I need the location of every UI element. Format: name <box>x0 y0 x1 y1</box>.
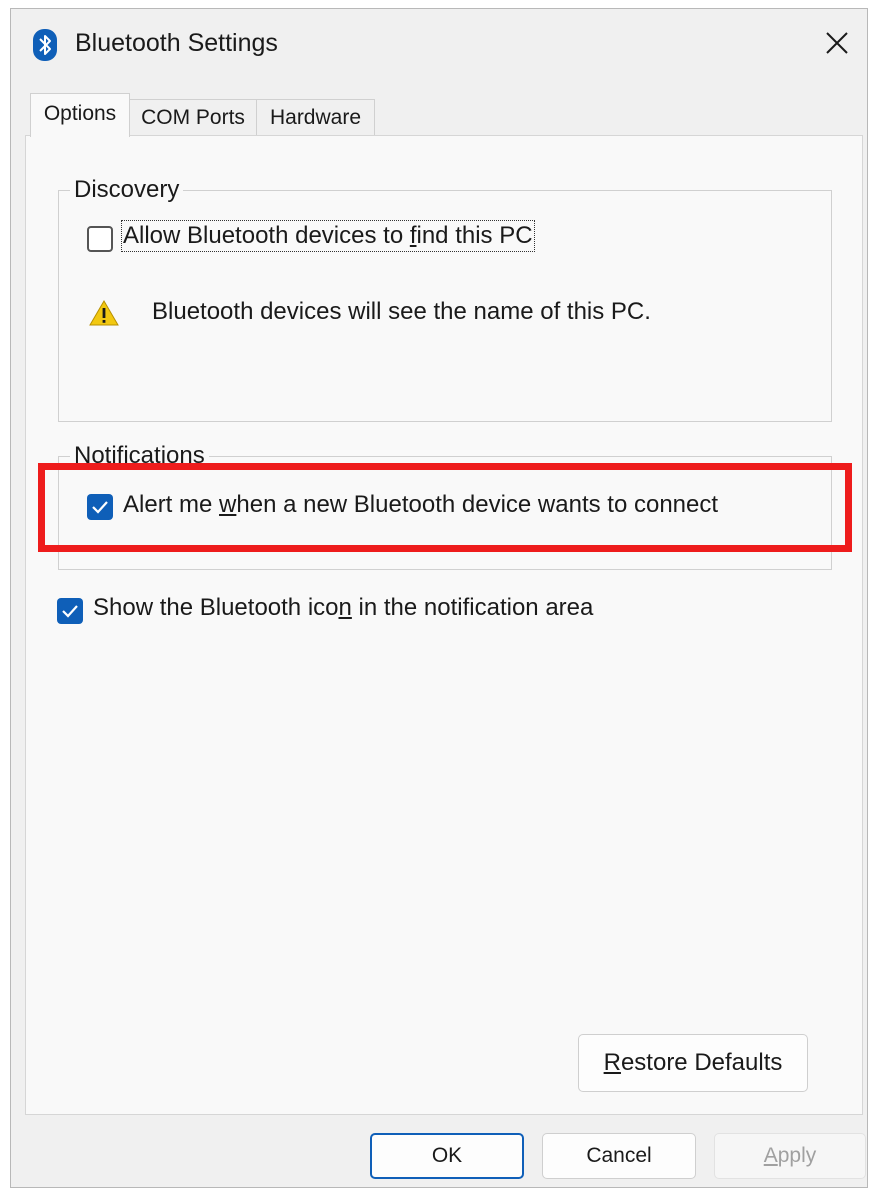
close-icon <box>826 32 848 54</box>
tab-com-ports[interactable]: COM Ports <box>129 99 257 135</box>
restore-defaults-button[interactable]: Restore Defaults <box>578 1034 808 1092</box>
warning-icon <box>89 300 119 326</box>
show-icon-label[interactable]: Show the Bluetooth icon in the notificat… <box>93 594 593 622</box>
ok-button[interactable]: OK <box>370 1133 524 1179</box>
apply-accelerator: A <box>763 1144 778 1167</box>
title-bar: Bluetooth Settings <box>11 9 867 83</box>
bluetooth-settings-dialog: Bluetooth Settings Options COM Ports Har… <box>10 8 868 1188</box>
show-icon-label-start: Show the Bluetooth ico <box>93 594 339 621</box>
restore-defaults-accelerator: R <box>603 1049 621 1076</box>
check-icon <box>62 605 78 618</box>
bluetooth-icon <box>33 29 57 61</box>
cancel-button[interactable]: Cancel <box>542 1133 696 1179</box>
allow-find-label-end: ind this PC <box>416 222 533 249</box>
options-panel: Discovery Allow Bluetooth devices to fin… <box>25 135 863 1115</box>
show-icon-label-end: in the notification area <box>351 594 594 621</box>
allow-find-label[interactable]: Allow Bluetooth devices to find this PC <box>121 220 535 252</box>
discovery-group-label: Discovery <box>70 176 184 204</box>
tab-options[interactable]: Options <box>30 93 130 137</box>
apply-button[interactable]: Apply <box>714 1133 866 1179</box>
show-icon-checkbox[interactable] <box>57 598 83 624</box>
allow-find-checkbox[interactable] <box>87 226 113 252</box>
show-icon-accelerator: n <box>338 594 352 621</box>
tab-hardware[interactable]: Hardware <box>256 99 375 135</box>
restore-defaults-label-rest: estore Defaults <box>620 1049 783 1076</box>
annotation-highlight-box <box>38 463 852 552</box>
window-title: Bluetooth Settings <box>75 29 278 57</box>
apply-label-rest: pply <box>777 1144 817 1167</box>
allow-find-accelerator: f <box>409 222 417 249</box>
allow-find-label-start: Allow Bluetooth devices to <box>123 222 410 249</box>
close-button[interactable] <box>813 19 861 67</box>
discovery-warning-text: Bluetooth devices will see the name of t… <box>152 298 651 325</box>
